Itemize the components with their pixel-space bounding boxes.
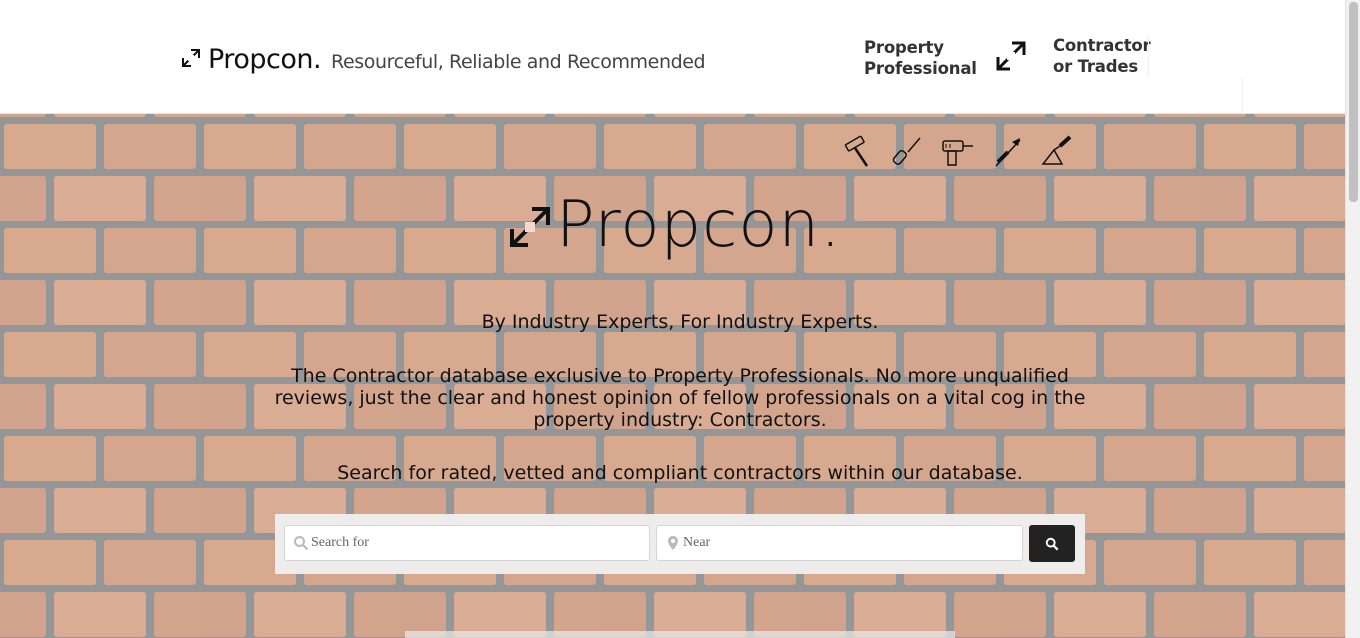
brand-tagline: Resourceful, Reliable and Recommended (331, 51, 706, 73)
screwdriver-icon (892, 137, 921, 165)
hero-brand-name: Propcon. (556, 188, 842, 262)
brand-name: Propcon. (208, 44, 322, 75)
search-icon (1045, 537, 1059, 550)
nav-property-line1: Property (864, 38, 944, 57)
nav-divider (1148, 35, 1149, 77)
site-header: Propcon. Resourceful, Reliable and Recom… (0, 0, 1345, 114)
search-prompt: Search for rated, vetted and compliant c… (337, 462, 1023, 484)
swap-arrows-icon[interactable] (994, 39, 1028, 73)
content-edge (405, 631, 955, 638)
hero-description: The Contractor database exclusive to Pro… (274, 365, 1086, 431)
page-scrollbar[interactable] (1345, 0, 1360, 638)
hero-logo: Propcon. (508, 188, 841, 262)
drill-icon (942, 140, 973, 166)
trowel-icon (1041, 135, 1072, 165)
hammer-icon (844, 135, 869, 167)
header-divider (1242, 78, 1243, 114)
near-input[interactable] (683, 535, 1022, 551)
search-for-input[interactable] (311, 535, 649, 551)
brand-logo[interactable]: Propcon. Resourceful, Reliable and Recom… (180, 44, 706, 75)
hero-tagline: By Industry Experts, For Industry Expert… (481, 311, 879, 333)
nav-property-line2: Professional (864, 59, 977, 78)
expand-arrows-icon (510, 207, 550, 247)
nav-contractor-trades[interactable]: Contractor or Trades (1053, 35, 1151, 77)
scrollbar-thumb[interactable] (1349, 2, 1358, 202)
nav-property-professional[interactable]: Property Professional (864, 37, 977, 79)
search-button[interactable] (1029, 525, 1075, 562)
search-for-field[interactable] (284, 525, 650, 561)
search-icon (294, 536, 309, 551)
map-pin-icon (668, 536, 678, 550)
hero-section: Propcon. By Industry Experts, For Indust… (0, 114, 1345, 638)
nav-contractor-line1: Contractor (1053, 36, 1151, 55)
nav-contractor-line2: or Trades (1053, 57, 1138, 76)
search-bar (275, 514, 1085, 574)
expand-arrows-icon (182, 48, 200, 67)
chisel-icon (995, 138, 1021, 167)
near-field[interactable] (656, 525, 1023, 561)
trade-tools (840, 134, 1076, 170)
